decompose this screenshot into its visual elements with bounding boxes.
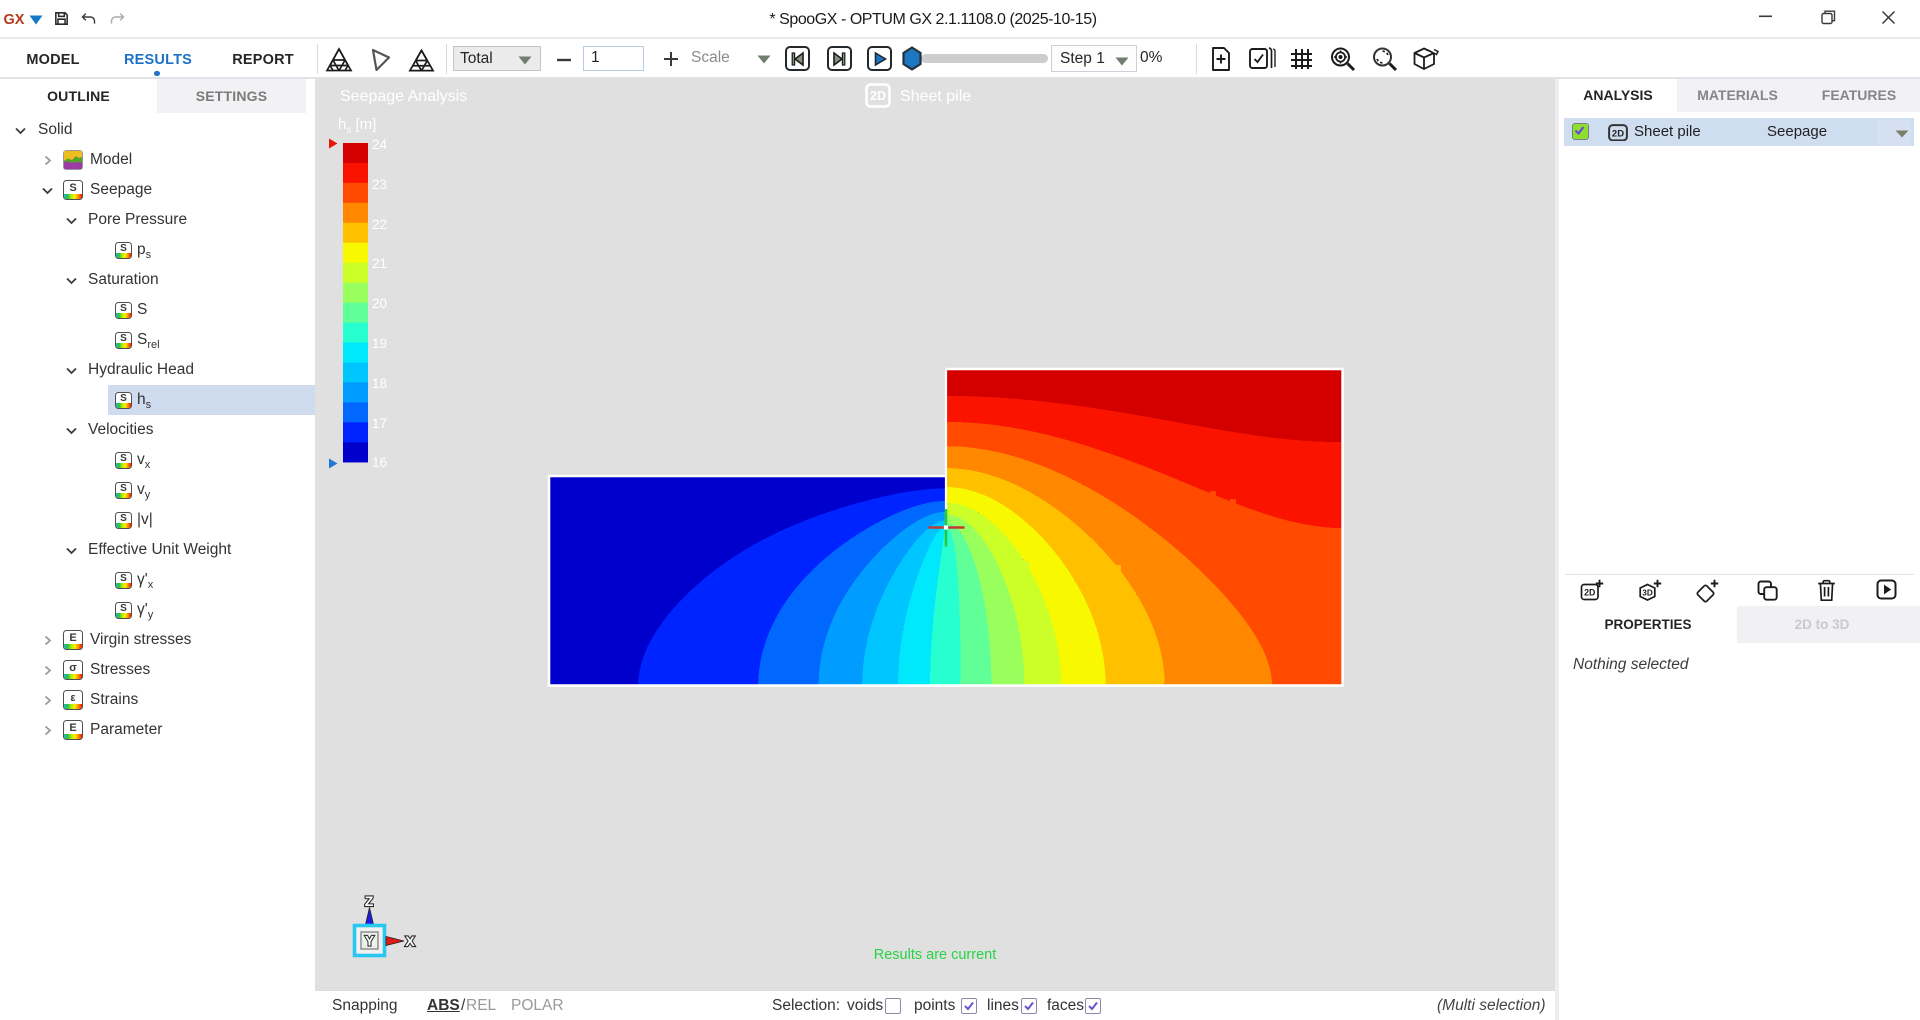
svg-text:3D: 3D bbox=[1642, 588, 1653, 597]
svg-text:2D: 2D bbox=[1612, 128, 1624, 139]
svg-text:Z: Z bbox=[365, 893, 374, 909]
svg-text:2D: 2D bbox=[870, 89, 886, 103]
svg-text:2D: 2D bbox=[1584, 588, 1595, 598]
